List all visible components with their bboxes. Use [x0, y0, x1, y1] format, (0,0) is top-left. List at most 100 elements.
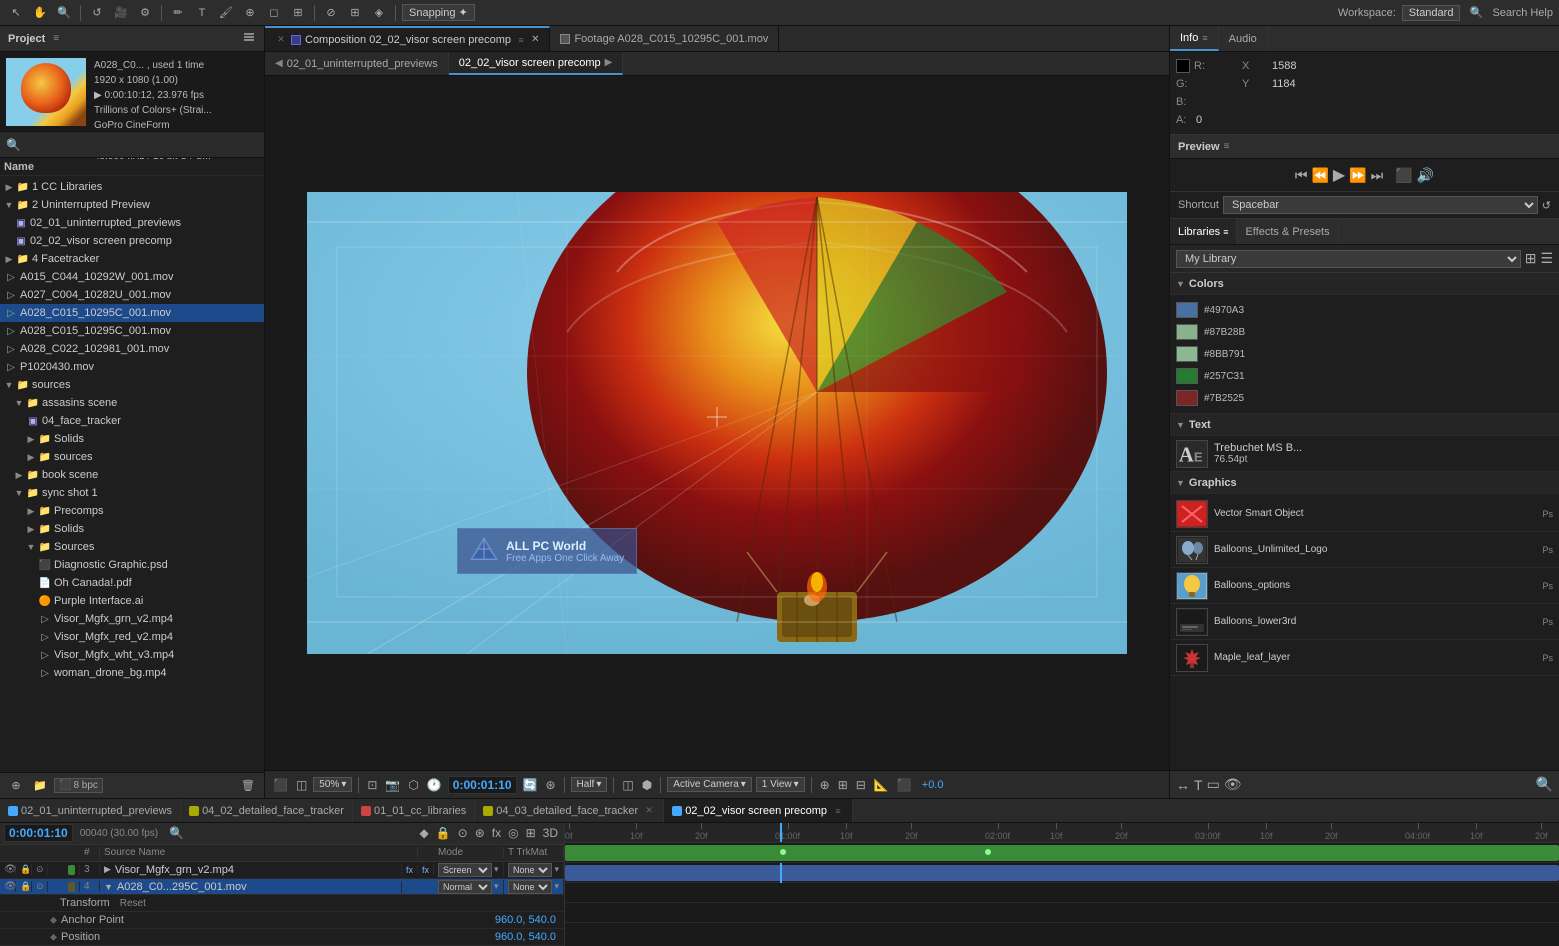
layer-3-label[interactable]	[64, 865, 80, 875]
tab-expand-comp[interactable]: ✕	[531, 34, 539, 45]
tree-item-a015[interactable]: ▷ A015_C044_10292W_001.mov	[0, 268, 264, 286]
layer-row-3[interactable]: 👁 🔒 ⊙ 3 ▶ Visor_Mg	[0, 862, 564, 879]
lib-list-view-icon[interactable]: ☰	[1540, 250, 1553, 267]
tree-item-oh-canada[interactable]: 📄 Oh Canada!.pdf	[0, 574, 264, 592]
hand-tool-icon[interactable]: ✋	[30, 3, 50, 23]
tree-item-book-scene[interactable]: ▶ 📁 book scene	[0, 466, 264, 484]
preview-menu-icon[interactable]: ≡	[1224, 141, 1230, 152]
time-indicator[interactable]	[780, 823, 782, 843]
tree-item-02-01[interactable]: ▣ 02_01_uninterrupted_previews	[0, 214, 264, 232]
preview-output-icon[interactable]: ⬛	[1395, 167, 1412, 184]
project-panel-menu-icon[interactable]	[242, 30, 256, 47]
graphic-row-vs-obj[interactable]: Vector Smart Object Ps	[1170, 496, 1559, 532]
bottom-tab-04-02[interactable]: 04_02_detailed_face_tracker	[181, 799, 353, 822]
layer-3-mode[interactable]: Screen ▾	[434, 863, 504, 877]
layer-row-4[interactable]: 👁 🔒 ⊙ 4 ▼ A028_C0.	[0, 879, 564, 896]
delete-icon[interactable]: 🗑	[238, 776, 258, 796]
region-icon[interactable]: ◫	[620, 778, 635, 792]
tree-item-solids2[interactable]: ▶ 📁 Solids	[0, 520, 264, 538]
pixel-icon[interactable]: ⬛	[895, 778, 914, 792]
track-row-4[interactable]	[565, 863, 1559, 883]
lib-rect-icon[interactable]: ▭	[1207, 776, 1220, 793]
layer-3-trkmat-select[interactable]: None	[508, 863, 552, 877]
graphics-section-header[interactable]: ▼ Graphics	[1170, 472, 1559, 494]
tab-composition-view[interactable]: ✕ Composition 02_02_visor screen precomp…	[265, 26, 550, 51]
viewer-settings-icon[interactable]: ⬛	[271, 778, 290, 792]
tree-item-sources[interactable]: ▼ 📁 sources	[0, 376, 264, 394]
search-help-label[interactable]: Search Help	[1492, 7, 1553, 19]
color-row-5[interactable]: #7B2525	[1176, 387, 1553, 409]
layer-4-label[interactable]	[64, 882, 80, 892]
ruler-icon[interactable]: 📐	[872, 778, 891, 792]
preview-audio-icon[interactable]: 🔊	[1417, 167, 1434, 184]
timeline-marker-icon[interactable]: ◆	[417, 826, 430, 840]
view-count-dropdown[interactable]: 1 View ▾	[756, 777, 805, 792]
timeline-adj-icon[interactable]: ⊞	[524, 826, 538, 840]
timeline-switch-icon[interactable]: ⊛	[473, 826, 487, 840]
viewer-toggle-icon[interactable]: ◫	[294, 778, 309, 792]
mask-view-icon[interactable]: ⊕	[818, 778, 832, 792]
tree-item-p102[interactable]: ▷ P1020430.mov	[0, 358, 264, 376]
timeline-fx-icon[interactable]: fx	[490, 826, 503, 840]
workspace-dropdown[interactable]: Standard	[1402, 5, 1461, 21]
tab-close-comp[interactable]: ✕	[275, 34, 287, 46]
new-folder-icon[interactable]: 📁	[30, 776, 50, 796]
layer-4-mode-select[interactable]: Normal	[438, 880, 492, 894]
tree-item-uninterrupted[interactable]: ▼ 📁 2 Uninterrupted Preview	[0, 196, 264, 214]
clock-icon[interactable]: 🕐	[425, 778, 444, 792]
shape-tool-3-icon[interactable]: ◈	[369, 3, 389, 23]
tree-item-face-tracker[interactable]: ▣ 04_face_tracker	[0, 412, 264, 430]
lib-text-tool-icon[interactable]: T	[1194, 777, 1203, 793]
title-safe-icon[interactable]: ⊞	[836, 778, 850, 792]
tab-libraries[interactable]: Libraries ≡	[1170, 219, 1237, 244]
color-row-1[interactable]: #4970A3	[1176, 299, 1553, 321]
libraries-tab-menu-icon[interactable]: ≡	[1223, 227, 1228, 237]
timeline-search-icon[interactable]: 🔍	[167, 826, 186, 840]
layer-4-trkmat-select[interactable]: None	[508, 880, 552, 894]
search-icon[interactable]: 🔍	[1466, 3, 1486, 23]
cache-icon[interactable]: ⊛	[543, 778, 557, 792]
project-search-input[interactable]	[25, 139, 258, 151]
tree-item-assasins[interactable]: ▼ 📁 assasins scene	[0, 394, 264, 412]
layer-3-lock[interactable]: 🔒	[16, 864, 32, 875]
bottom-tab-01-01[interactable]: 01_01_cc_libraries	[353, 799, 475, 822]
graphic-row-balloons-logo[interactable]: Balloons_Unlimited_Logo Ps	[1170, 532, 1559, 568]
rotate-tool-icon[interactable]: ↺	[87, 3, 107, 23]
lib-eye-icon[interactable]: 👁	[1224, 776, 1242, 793]
layer-4-trkmat[interactable]: None ▾	[504, 880, 564, 894]
tree-item-purple-interface[interactable]: 🟠 Purple Interface.ai	[0, 592, 264, 610]
camera-tool-icon[interactable]: 🎥	[111, 3, 131, 23]
preview-next-frame-btn[interactable]: ⏩	[1349, 167, 1366, 184]
shape-tool-2-icon[interactable]: ⊞	[345, 3, 365, 23]
preview-to-start-btn[interactable]: ⏮	[1295, 167, 1308, 184]
text-section-header[interactable]: ▼ Text	[1170, 414, 1559, 436]
graphic-row-balloons-lower[interactable]: Balloons_lower3rd Ps	[1170, 604, 1559, 640]
tree-item-a027[interactable]: ▷ A027_C004_10282U_001.mov	[0, 286, 264, 304]
tab-info[interactable]: Info ≡	[1170, 26, 1219, 51]
new-comp-icon[interactable]: ⊕	[6, 776, 26, 796]
transparency-icon[interactable]: ⬢	[640, 778, 654, 792]
layer-4-mode[interactable]: Normal ▾	[434, 880, 504, 894]
color-row-2[interactable]: #87B28B	[1176, 321, 1553, 343]
tree-item-visor-red[interactable]: ▷ Visor_Mgfx_red_v2.mp4	[0, 628, 264, 646]
settings-tool-icon[interactable]: ⚙	[135, 3, 155, 23]
timeline-3d-icon[interactable]: 3D	[541, 826, 560, 840]
position-value[interactable]: 960.0, 540.0	[495, 931, 556, 943]
puppet-tool-icon[interactable]: ⊞	[288, 3, 308, 23]
transform-reset-btn[interactable]: Reset	[116, 898, 150, 909]
bottom-tab-02-01[interactable]: 02_01_uninterrupted_previews	[0, 799, 181, 822]
tree-item-woman-drone[interactable]: ▷ woman_drone_bg.mp4	[0, 664, 264, 682]
text-style-row-1[interactable]: A E Trebuchet MS B... 76.54pt	[1170, 436, 1559, 472]
tree-item-visor-wht[interactable]: ▷ Visor_Mgfx_wht_v3.mp4	[0, 646, 264, 664]
layer-3-mode-select[interactable]: Screen	[438, 863, 492, 877]
tab-footage-view[interactable]: Footage A028_C015_10295C_001.mov	[550, 26, 779, 51]
lib-search-lib-icon[interactable]: 🔍	[1536, 776, 1553, 793]
tree-item-02-02[interactable]: ▣ 02_02_visor screen precomp	[0, 232, 264, 250]
shortcut-dropdown[interactable]: Spacebar	[1223, 196, 1538, 214]
preview-to-end-btn[interactable]: ⏭	[1371, 167, 1384, 184]
select-tool-icon[interactable]: ↖	[6, 3, 26, 23]
tab-close-02-02[interactable]: ≡	[832, 805, 844, 817]
bottom-tab-04-03[interactable]: 04_03_detailed_face_tracker ✕	[475, 799, 664, 822]
tree-item-sources3[interactable]: ▼ 📁 Sources	[0, 538, 264, 556]
project-tree[interactable]: ▶ 📁 1 CC Libraries ▼ 📁 2 Uninterrupted P…	[0, 176, 264, 772]
